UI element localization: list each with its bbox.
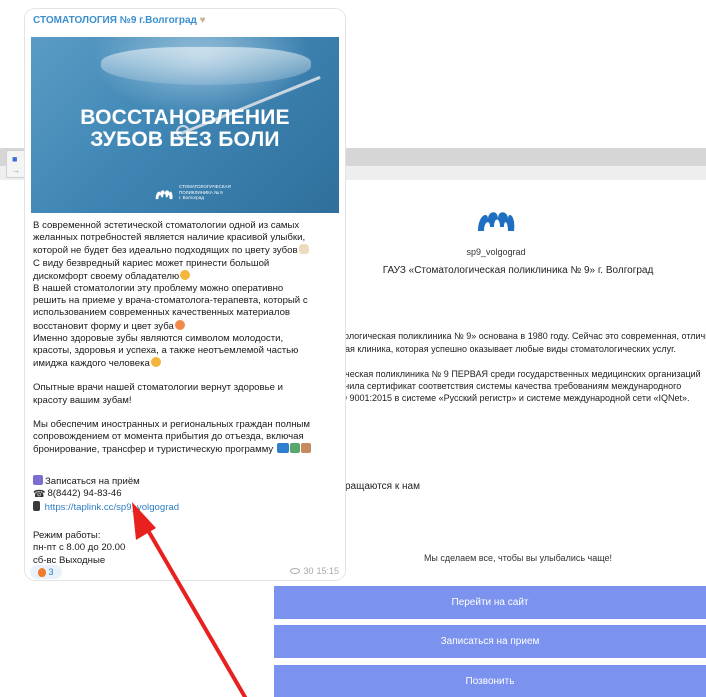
- post-line-text: имиджа каждого человека: [33, 358, 150, 370]
- profile-handle: sp9_volgograd: [466, 247, 526, 257]
- clinic-logo-icon: [478, 212, 515, 231]
- post-line: В современной эстетической стоматологии …: [33, 220, 300, 231]
- post-line: сопровождением от момента прибытия до от…: [33, 431, 304, 443]
- eye-icon: [290, 568, 301, 574]
- description-line: тологическая поликлиника № 9» основана в…: [340, 331, 706, 341]
- headline-line-1: ВОССТАНОВЛЕНИЕ: [80, 106, 290, 129]
- quality-line: О 9001:2015 в системе «Русский регистр» …: [340, 393, 690, 403]
- post-line: которой не будет без идеально подходящих…: [33, 244, 339, 257]
- quality-line: учила сертификат соответствия системы ка…: [340, 381, 682, 391]
- post-line: восстановит форму и цвет зуба: [33, 319, 339, 333]
- favicon-icon: ■: [12, 154, 18, 164]
- bus-emoji-icon: [276, 443, 289, 454]
- post-line: дискомфорт своему обладателю: [33, 269, 339, 283]
- post-line: красоты, здоровья и успеха, а также неот…: [33, 345, 299, 357]
- post-banner-image[interactable]: ВОССТАНОВЛЕНИЕ ЗУБОВ БЕЗ БОЛИ СТОМАТОЛОГ…: [31, 37, 339, 213]
- banner-logo-icon: [155, 190, 173, 200]
- reaction-count: 3: [48, 567, 54, 577]
- teeth-image: [101, 47, 311, 85]
- clinic-description: тологическая поликлиника № 9» основана в…: [340, 330, 706, 356]
- banner-headline: ВОССТАНОВЛЕНИЕ ЗУБОВ БЕЗ БОЛИ: [31, 107, 339, 151]
- post-line: красоту вашим зубам!: [33, 394, 132, 406]
- post-line: решить на приеме у врача-стоматолога-тер…: [33, 295, 308, 307]
- tooth-emoji-icon: [298, 244, 309, 255]
- appointment-label: Записаться на приём: [45, 476, 140, 487]
- smile-slogan: Мы сделаем все, чтобы вы улыбались чаще!: [423, 553, 613, 563]
- smile-emoji-icon: [180, 269, 191, 280]
- phone-icon: ☎: [33, 489, 46, 501]
- tooth-icon: ♥: [196, 15, 206, 26]
- hours-title: Режим работы:: [33, 530, 101, 541]
- post-line: Именно здоровые зубы являются символом м…: [33, 332, 284, 344]
- quality-line: ическая поликлиника № 9 ПЕРВАЯ среди гос…: [340, 369, 701, 379]
- post-text: В современной эстетической стоматологии …: [33, 220, 339, 456]
- working-hours: Режим работы: пн-пт с 8.00 до 20.00 сб-в…: [33, 530, 125, 567]
- post-line-text: дискомфорт своему обладателю: [33, 270, 180, 282]
- hotel-emoji-icon: [300, 443, 311, 454]
- phone-number[interactable]: 8(8442) 94-83-46: [47, 488, 121, 499]
- mobile-phone-icon: [33, 500, 40, 511]
- headline-line-2: ЗУБОВ БЕЗ БОЛИ: [90, 128, 280, 151]
- hours-weekdays: пн-пт с 8.00 до 20.00: [33, 542, 126, 554]
- go-to-site-button[interactable]: Перейти на сайт: [274, 586, 706, 619]
- post-line: Опытные врачи нашей стоматологии вернут …: [33, 382, 283, 394]
- post-line: Мы обеспечим иностранных и региональных …: [33, 418, 311, 430]
- call-button[interactable]: Позвонить: [274, 665, 706, 697]
- post-line: В нашей стоматологии эту проблему можно …: [33, 283, 284, 295]
- post-line-text: которой не будет без идеально подходящих…: [33, 245, 298, 257]
- post-line-text: бронирование, трансфер и туристическую п…: [33, 444, 274, 456]
- banner-logo-text: СТОМАТОЛОГИЧЕСКАЯ ПОЛИКЛИНИКА № 9 г. Вол…: [179, 184, 231, 200]
- post-contacts: Записаться на приём ☎ 8(8442) 94-83-46 ht…: [33, 475, 179, 514]
- post-line: имиджа каждого человека: [33, 357, 339, 370]
- post-time: 15:15: [316, 566, 339, 576]
- post-meta: 30 15:15: [290, 566, 339, 576]
- contact-text: ращаются к нам: [345, 481, 420, 492]
- fire-reaction-button[interactable]: 3: [30, 565, 62, 579]
- channel-title: СТОМАТОЛОГИЯ №9 г.Волгоград: [33, 15, 197, 26]
- telegram-post: СТОМАТОЛОГИЯ №9 г.Волгоград ♥ ВОССТАНОВЛ…: [25, 9, 345, 580]
- view-count: 30: [303, 566, 314, 576]
- post-line-text: восстановит форму и цвет зуба: [33, 320, 174, 332]
- post-line: желанных потребностей является наличие к…: [33, 232, 306, 244]
- back-arrow-icon: →: [11, 165, 20, 175]
- appointment-line: Записаться на приём: [33, 475, 179, 488]
- fire-icon: [38, 567, 47, 577]
- post-line: бронирование, трансфер и туристическую п…: [33, 443, 339, 456]
- phone-line: ☎ 8(8442) 94-83-46: [33, 488, 179, 500]
- calendar-icon: [33, 475, 43, 485]
- organization-name: ГАУЗ «Стоматологическая поликлиника № 9»…: [382, 265, 654, 276]
- quality-certificate-text: ическая поликлиника № 9 ПЕРВАЯ среди гос…: [340, 368, 706, 404]
- link-line: https://taplink.cc/sp9_volgograd: [33, 500, 179, 514]
- book-appointment-button[interactable]: Записаться на прием: [274, 625, 706, 658]
- post-line: С виду безвредный кариес может принести …: [33, 257, 270, 269]
- sunglasses-emoji-icon: [150, 357, 161, 368]
- description-line: ная клиника, которая успешно оказывает л…: [340, 344, 676, 354]
- taplink-url[interactable]: https://taplink.cc/sp9_volgograd: [45, 502, 179, 513]
- channel-name[interactable]: СТОМАТОЛОГИЯ №9 г.Волгоград ♥: [33, 15, 206, 26]
- post-line: использованием современных качественных …: [33, 307, 291, 319]
- map-emoji-icon: [289, 443, 300, 454]
- heart-eyes-emoji-icon: [174, 319, 185, 330]
